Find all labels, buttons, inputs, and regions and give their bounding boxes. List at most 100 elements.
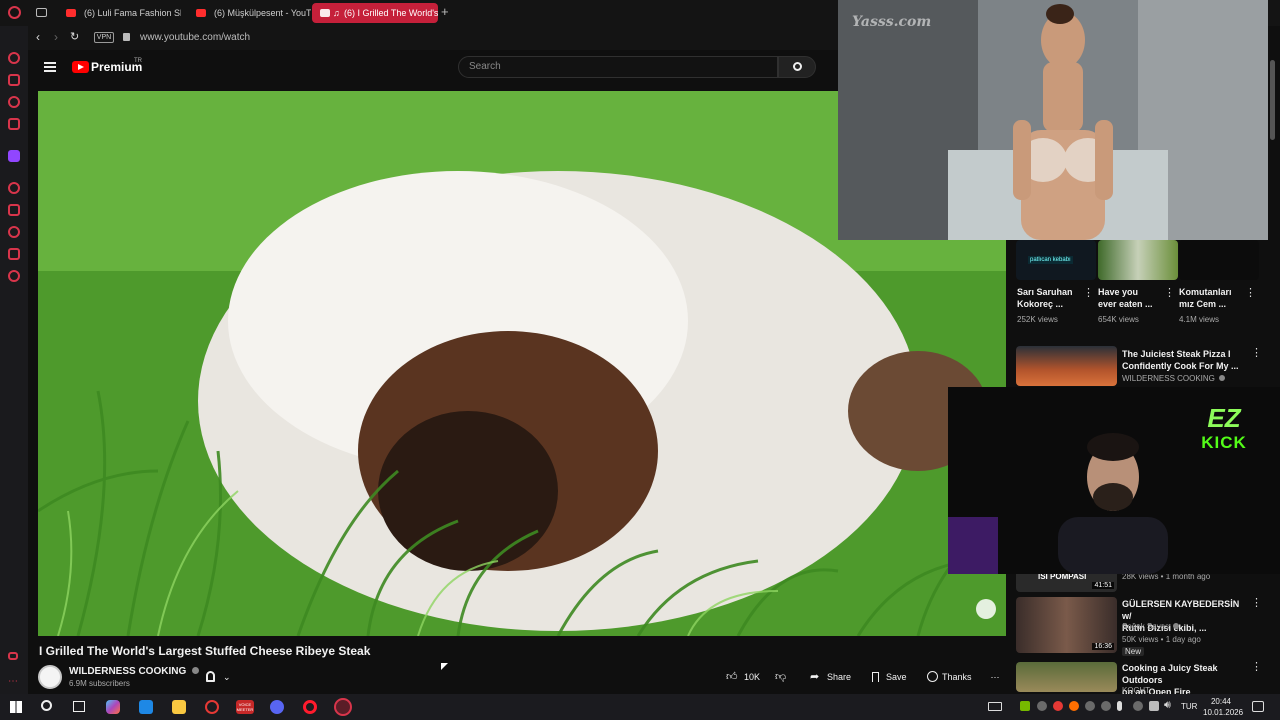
thumbs-up-icon: 👍︎ (726, 671, 738, 683)
recommendation-menu-icon[interactable]: ⋮ (1251, 348, 1262, 359)
windows-start-icon[interactable] (10, 701, 22, 713)
url-field[interactable]: www.youtube.com/watch (140, 32, 250, 43)
scrollbar[interactable] (1270, 40, 1275, 690)
sidebar-bookmark-icon[interactable] (8, 204, 20, 216)
share-icon: ➦ (810, 671, 820, 683)
recommendation-menu-icon[interactable]: ⋮ (1251, 598, 1262, 609)
nvidia-tray-icon[interactable] (1020, 701, 1030, 711)
task-view-icon[interactable] (73, 701, 85, 712)
tab-luli-fama[interactable]: (6) Luli Fama Fashion Show (56, 3, 181, 23)
microphone-icon[interactable] (1117, 701, 1122, 711)
short-menu-icon[interactable]: ⋮ (1083, 288, 1094, 299)
tray-icon[interactable] (1085, 701, 1095, 711)
short-title[interactable]: Sarı Saruhan Kokoreç ... (1017, 286, 1077, 310)
thumbs-down-icon: 👎︎ (775, 671, 787, 683)
back-icon[interactable]: ‹ (36, 30, 40, 44)
short-thumbnail[interactable]: patlıcan kebabı (1016, 240, 1096, 280)
short-views: 654K views (1098, 315, 1139, 324)
notification-icon[interactable] (1252, 701, 1264, 712)
sidebar-messenger-icon[interactable] (8, 96, 20, 108)
recommendation-title-line: The Juiciest Steak Pizza I (1122, 349, 1231, 359)
mouse-cursor (441, 663, 448, 670)
recommendation-thumbnail[interactable]: 16:36 (1016, 597, 1117, 653)
sidebar-twitch-icon[interactable] (8, 150, 20, 162)
short-badge: patlıcan kebabı (1028, 256, 1073, 264)
short-title-line: ever eaten ... (1098, 299, 1153, 309)
pip-webcam[interactable]: EZ KICK (948, 387, 1280, 574)
short-menu-icon[interactable]: ⋮ (1245, 288, 1256, 299)
copilot-icon[interactable] (106, 700, 120, 714)
recommendation-title[interactable]: The Juiciest Steak Pizza I Confidently C… (1122, 348, 1247, 372)
search-icon[interactable] (41, 700, 52, 711)
short-title[interactable]: Komutanları mız Cem ... (1179, 286, 1241, 310)
youtube-icon (196, 9, 206, 17)
new-tab-button[interactable]: + (441, 4, 449, 19)
channel-name[interactable]: WILDERNESS COOKING (69, 666, 200, 677)
recommendation-menu-icon[interactable]: ⋮ (1251, 662, 1262, 673)
sidebar-history-icon[interactable] (8, 226, 20, 238)
file-explorer-icon[interactable] (172, 700, 186, 714)
tray-icon[interactable] (1053, 701, 1063, 711)
youtube-logo[interactable] (72, 61, 89, 73)
tab-grilled-steak[interactable]: ♫ (6) I Grilled The World's (312, 3, 438, 23)
short-thumbnail[interactable] (1179, 240, 1259, 280)
language-indicator[interactable]: TUR (1181, 702, 1197, 711)
thanks-button[interactable]: Thanks (921, 667, 977, 687)
opera-logo-icon[interactable] (8, 6, 21, 19)
short-title[interactable]: Have you ever eaten ... (1098, 286, 1160, 310)
like-button[interactable]: 👍︎ 10K (720, 667, 766, 687)
share-button[interactable]: ➦ Share (805, 667, 857, 687)
notification-bell-button[interactable]: ⌄ (198, 667, 240, 687)
gauge-icon[interactable] (205, 700, 219, 714)
network-icon[interactable] (1149, 701, 1159, 711)
duration-badge: 16:36 (1092, 643, 1114, 650)
scrollbar-thumb[interactable] (1270, 60, 1275, 140)
more-actions-button[interactable]: ⋯ (985, 667, 1005, 687)
recommendation-channel[interactable]: Soğuk Savaş (1122, 622, 1180, 631)
voicemeeter-label: MEETER (236, 707, 254, 712)
tray-icon[interactable] (1133, 701, 1143, 711)
tray-icon[interactable] (1069, 701, 1079, 711)
voicemeeter-icon[interactable]: VOICE MEETER (236, 700, 254, 714)
sidebar-gx-icon[interactable] (8, 652, 18, 660)
volume-icon[interactable]: 🔊︎ (1164, 699, 1171, 712)
opera-gx-icon[interactable] (334, 698, 352, 716)
clock[interactable]: 20:44 10.01.2026 (1203, 696, 1243, 718)
tray-icon[interactable] (1037, 701, 1047, 711)
short-title-line: Have you (1098, 287, 1139, 297)
tab-overview-icon[interactable] (36, 8, 47, 17)
outlook-icon[interactable] (139, 700, 153, 714)
recommendation-title-line: Confidently Cook For My ... (1122, 361, 1239, 371)
recommendation-channel[interactable]: KOCHT (1122, 686, 1150, 693)
sidebar-settings-icon[interactable] (8, 270, 20, 282)
search-input[interactable]: Search (458, 56, 778, 78)
keyboard-icon[interactable] (988, 702, 1002, 711)
short-menu-icon[interactable]: ⋮ (1164, 288, 1175, 299)
short-title-line: Komutanları (1179, 287, 1232, 297)
channel-avatar[interactable] (38, 665, 62, 689)
reload-icon[interactable]: ↻ (70, 30, 79, 43)
pip-video-fashion[interactable]: Yasss.com (838, 0, 1268, 240)
short-thumbnail[interactable] (1098, 240, 1178, 280)
search-button[interactable] (778, 56, 816, 78)
menu-icon[interactable] (44, 62, 56, 72)
tray-icon[interactable] (1101, 701, 1111, 711)
sidebar-downloads-icon[interactable] (8, 248, 20, 260)
recommendation-thumbnail[interactable] (1016, 346, 1117, 386)
sidebar-aria-icon[interactable] (8, 52, 20, 64)
dislike-button[interactable]: 👎︎ (768, 667, 794, 687)
recommendation-thumbnail[interactable] (1016, 662, 1117, 692)
opera-icon[interactable] (303, 700, 317, 714)
kick-overlay-line1: EZ (1207, 403, 1241, 433)
sidebar-bag-icon[interactable] (8, 74, 20, 86)
speaker-icon[interactable]: ♫ (333, 3, 340, 23)
sidebar-instagram-icon[interactable] (8, 118, 20, 130)
sidebar-player-icon[interactable] (8, 182, 20, 194)
forward-icon[interactable]: › (54, 30, 58, 44)
recommendation-channel[interactable]: WILDERNESS COOKING (1122, 374, 1226, 383)
tab-muskulpesent[interactable]: (6) Müşkülpesent - YouTube (186, 3, 311, 23)
discord-icon[interactable] (270, 700, 284, 714)
vpn-badge[interactable]: VPN (94, 32, 114, 43)
sidebar-more-icon[interactable]: ⋯ (8, 676, 18, 687)
save-button[interactable]: Save (865, 667, 913, 687)
